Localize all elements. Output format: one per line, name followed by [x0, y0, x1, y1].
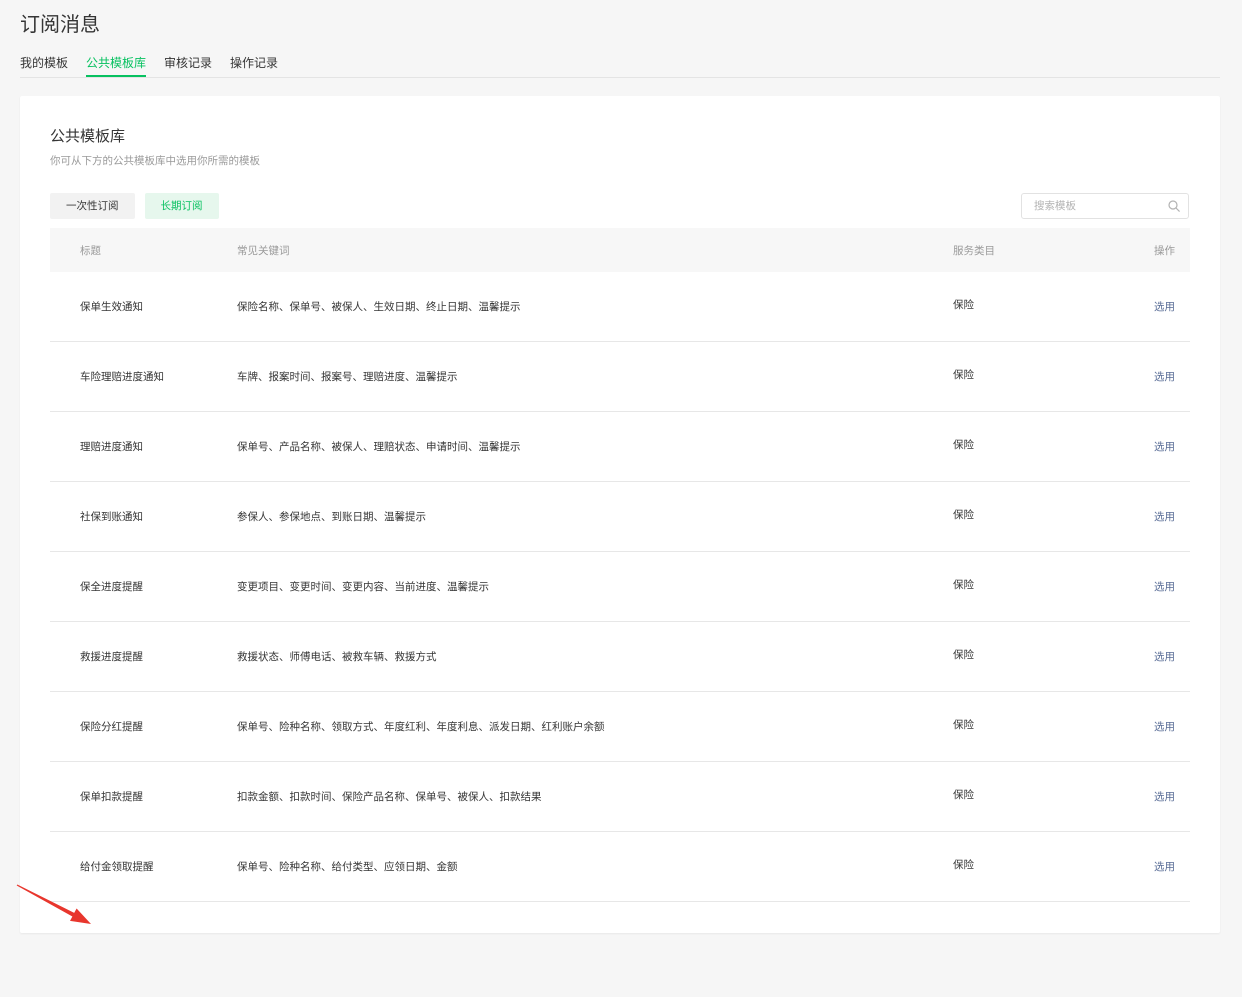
column-header-action: 操作: [1154, 244, 1175, 257]
category-cell: 保险: [953, 859, 974, 871]
filter-one-time-button[interactable]: 一次性订阅: [50, 193, 135, 219]
keywords-cell: 保险名称、保单号、被保人、生效日期、终止日期、温馨提示: [237, 301, 521, 313]
panel-title: 公共模板库: [50, 128, 126, 145]
template-table: 标题 常见关键词 服务类目 操作 保单生效通知 保险名称、保单号、被保人、生效日期…: [50, 228, 1190, 902]
template-title-cell: 保单扣款提醒: [80, 791, 143, 803]
template-title-cell: 理赔进度通知: [80, 441, 143, 453]
keywords-cell: 保单号、险种名称、给付类型、应领日期、金额: [237, 861, 458, 873]
category-cell: 保险: [953, 299, 974, 311]
template-title-cell: 给付金领取提醒: [80, 861, 154, 873]
table-header: 标题 常见关键词 服务类目 操作: [50, 228, 1190, 272]
select-template-link[interactable]: 选用: [1154, 861, 1175, 873]
action-cell: 选用: [1110, 789, 1190, 804]
tab-review-records[interactable]: 审核记录: [164, 52, 212, 77]
template-title-cell: 车险理赔进度通知: [80, 371, 164, 383]
table-body: 保单生效通知 保险名称、保单号、被保人、生效日期、终止日期、温馨提示 保险 选用 车险理…: [50, 272, 1190, 902]
category-cell: 保险: [953, 369, 974, 381]
action-cell: 选用: [1110, 369, 1190, 384]
tab-operation-records[interactable]: 操作记录: [230, 52, 278, 77]
select-template-link[interactable]: 选用: [1154, 301, 1175, 313]
table-row: 车险理赔进度通知 车牌、报案时间、报案号、理赔进度、温馨提示 保险 选用: [50, 342, 1190, 412]
select-template-link[interactable]: 选用: [1154, 511, 1175, 523]
select-template-link[interactable]: 选用: [1154, 581, 1175, 593]
table-row: 保全进度提醒 变更项目、变更时间、变更内容、当前进度、温馨提示 保险 选用: [50, 552, 1190, 622]
select-template-link[interactable]: 选用: [1154, 441, 1175, 453]
select-template-link[interactable]: 选用: [1154, 791, 1175, 803]
public-template-card: 公共模板库 你可从下方的公共模板库中选用你所需的模板 一次性订阅 长期订阅 标题…: [20, 96, 1220, 933]
template-title-cell: 保单生效通知: [80, 301, 143, 313]
subscription-type-filter: 一次性订阅 长期订阅: [50, 193, 219, 219]
table-row: 保险分红提醒 保单号、险种名称、领取方式、年度红利、年度利息、派发日期、红利账户余…: [50, 692, 1190, 762]
category-cell: 保险: [953, 719, 974, 731]
action-cell: 选用: [1110, 439, 1190, 454]
keywords-cell: 参保人、参保地点、到账日期、温馨提示: [237, 511, 426, 523]
table-row: 保单扣款提醒 扣款金额、扣款时间、保险产品名称、保单号、被保人、扣款结果 保险 选用: [50, 762, 1190, 832]
keywords-cell: 救援状态、师傅电话、被救车辆、救援方式: [237, 651, 437, 663]
action-cell: 选用: [1110, 719, 1190, 734]
action-cell: 选用: [1110, 649, 1190, 664]
template-title-cell: 保险分红提醒: [80, 721, 143, 733]
page-title: 订阅消息: [20, 14, 100, 36]
action-cell: 选用: [1110, 579, 1190, 594]
select-template-link[interactable]: 选用: [1154, 721, 1175, 733]
select-template-link[interactable]: 选用: [1154, 371, 1175, 383]
template-title-cell: 救援进度提醒: [80, 651, 143, 663]
category-cell: 保险: [953, 509, 974, 521]
keywords-cell: 车牌、报案时间、报案号、理赔进度、温馨提示: [237, 371, 458, 383]
keywords-cell: 变更项目、变更时间、变更内容、当前进度、温馨提示: [237, 581, 489, 593]
table-row: 理赔进度通知 保单号、产品名称、被保人、理赔状态、申请时间、温馨提示 保险 选用: [50, 412, 1190, 482]
column-header-category: 服务类目: [953, 244, 995, 257]
table-row: 社保到账通知 参保人、参保地点、到账日期、温馨提示 保险 选用: [50, 482, 1190, 552]
search-input[interactable]: [1022, 194, 1162, 218]
tab-public-template-library[interactable]: 公共模板库: [86, 52, 147, 77]
column-header-keywords: 常见关键词: [237, 244, 290, 257]
action-cell: 选用: [1110, 299, 1190, 314]
keywords-cell: 扣款金额、扣款时间、保险产品名称、保单号、被保人、扣款结果: [237, 791, 542, 803]
category-cell: 保险: [953, 649, 974, 661]
select-template-link[interactable]: 选用: [1154, 651, 1175, 663]
template-title-cell: 社保到账通知: [80, 511, 143, 523]
tab-bar: 我的模板 公共模板库 审核记录 操作记录: [20, 52, 1220, 78]
search-box: [1021, 193, 1189, 219]
tab-my-templates[interactable]: 我的模板: [20, 52, 68, 77]
keywords-cell: 保单号、险种名称、领取方式、年度红利、年度利息、派发日期、红利账户余额: [237, 721, 605, 733]
column-header-title: 标题: [80, 244, 101, 257]
template-title-cell: 保全进度提醒: [80, 581, 143, 593]
action-cell: 选用: [1110, 859, 1190, 874]
panel-subtitle: 你可从下方的公共模板库中选用你所需的模板: [50, 155, 260, 167]
action-cell: 选用: [1110, 509, 1190, 524]
table-row: 保单生效通知 保险名称、保单号、被保人、生效日期、终止日期、温馨提示 保险 选用: [50, 272, 1190, 342]
keywords-cell: 保单号、产品名称、被保人、理赔状态、申请时间、温馨提示: [237, 441, 521, 453]
table-row: 给付金领取提醒 保单号、险种名称、给付类型、应领日期、金额 保险 选用: [50, 832, 1190, 902]
filter-long-term-button[interactable]: 长期订阅: [144, 193, 219, 219]
category-cell: 保险: [953, 579, 974, 591]
category-cell: 保险: [953, 439, 974, 451]
category-cell: 保险: [953, 789, 974, 801]
search-icon[interactable]: [1168, 200, 1180, 212]
table-row: 救援进度提醒 救援状态、师傅电话、被救车辆、救援方式 保险 选用: [50, 622, 1190, 692]
